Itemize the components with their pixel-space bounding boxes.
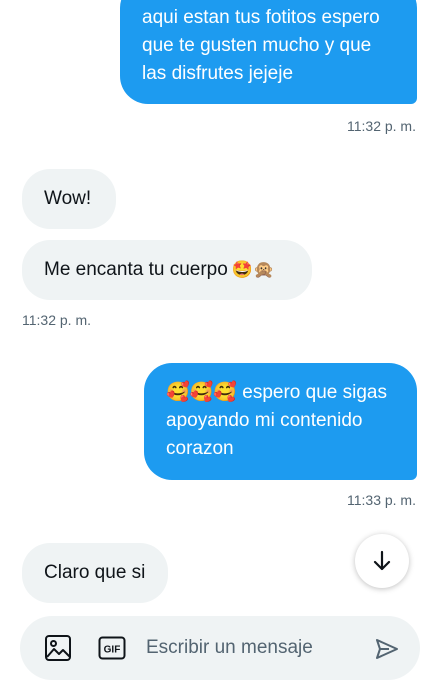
gif-button[interactable]: GIF bbox=[98, 636, 126, 660]
message-composer: GIF Escribir un mensaje bbox=[20, 616, 420, 680]
message-bubble-incoming[interactable]: Wow! bbox=[22, 169, 116, 229]
message-timestamp: 11:32 p. m. bbox=[346, 118, 416, 134]
message-input[interactable]: Escribir un mensaje bbox=[146, 636, 313, 660]
message-bubble-incoming[interactable]: Me encanta tu cuerpo 🤩🙊 bbox=[22, 240, 312, 300]
arrow-down-icon bbox=[373, 550, 391, 571]
message-bubble-outgoing[interactable]: aqui estan tus fotitos espero que te gus… bbox=[120, 0, 417, 104]
emoji: 🤩🙊 bbox=[231, 260, 275, 279]
image-icon[interactable] bbox=[44, 634, 72, 662]
message-timestamp: 11:33 p. m. bbox=[346, 492, 416, 508]
message-timestamp: 11:32 p. m. bbox=[22, 312, 92, 328]
scroll-to-bottom-button[interactable] bbox=[355, 534, 409, 588]
message-bubble-outgoing[interactable]: 🥰🥰🥰 espero que sigas apoyando mi conteni… bbox=[144, 363, 417, 480]
message-bubble-incoming[interactable]: Claro que si bbox=[22, 543, 168, 603]
gif-label: GIF bbox=[104, 645, 121, 656]
send-icon[interactable] bbox=[375, 637, 399, 661]
message-text: Me encanta tu cuerpo bbox=[44, 259, 228, 280]
